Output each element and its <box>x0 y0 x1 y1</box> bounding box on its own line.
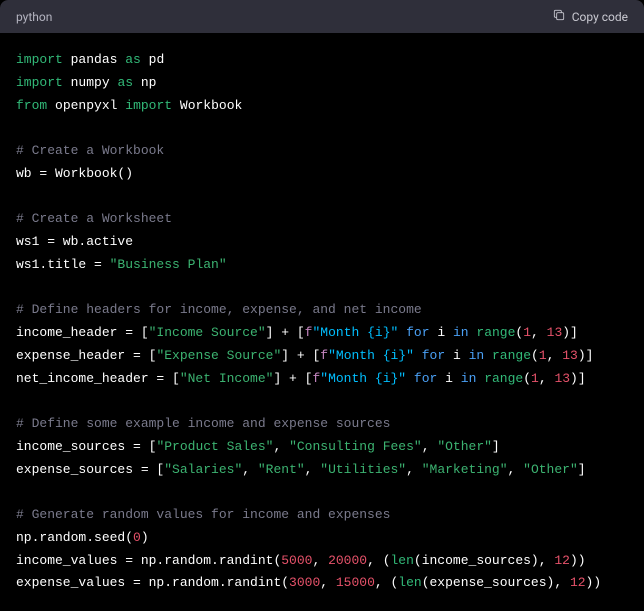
str-business-plan: "Business Plan" <box>110 257 227 272</box>
comment: # Create a Worksheet <box>16 211 172 226</box>
comment: # Generate random values for income and … <box>16 507 390 522</box>
num-1: 1 <box>539 348 547 363</box>
num-0: 0 <box>133 530 141 545</box>
num-5000: 5000 <box>281 553 312 568</box>
module-numpy: numpy <box>71 75 110 90</box>
stmt-expense-values: expense_values = np.random.randint( <box>16 575 289 590</box>
str-product-sales: "Product Sales" <box>156 439 273 454</box>
str-net-income: "Net Income" <box>180 371 274 386</box>
fstring-month: "Month {i}" <box>320 371 406 386</box>
var-i: i <box>453 348 461 363</box>
kw-import: import <box>125 98 172 113</box>
arg-income-sources: (income_sources) <box>414 553 539 568</box>
kw-for: for <box>422 348 445 363</box>
stmt-expense-header: expense_header = [ <box>16 348 156 363</box>
fn-len: len <box>391 553 414 568</box>
str-consulting-fees: "Consulting Fees" <box>289 439 422 454</box>
num-3000: 3000 <box>289 575 320 590</box>
module-pandas: pandas <box>71 52 118 67</box>
language-label: python <box>16 10 52 24</box>
fn-len: len <box>398 575 421 590</box>
kw-for: for <box>406 325 429 340</box>
stmt-net-income-header: net_income_header = [ <box>16 371 180 386</box>
num-13: 13 <box>554 371 570 386</box>
str-income-source: "Income Source" <box>149 325 266 340</box>
num-12: 12 <box>554 553 570 568</box>
kw-for: for <box>414 371 437 386</box>
paren-close: ) <box>141 530 149 545</box>
var-i: i <box>445 371 453 386</box>
code-block: python Copy code import pandas as pd imp… <box>0 0 644 611</box>
kw-from: from <box>16 98 47 113</box>
stmt-expense-sources: expense_sources = [ <box>16 462 164 477</box>
fn-range: range <box>476 325 515 340</box>
comment: # Define some example income and expense… <box>16 416 390 431</box>
copy-code-label: Copy code <box>572 10 628 24</box>
fstring-month: "Month {i}" <box>312 325 398 340</box>
clipboard-icon <box>552 8 566 25</box>
str-utilities: "Utilities" <box>320 462 406 477</box>
kw-in: in <box>469 348 485 363</box>
num-1: 1 <box>523 325 531 340</box>
code-body: import pandas as pd import numpy as np f… <box>0 33 644 611</box>
var-i: i <box>437 325 445 340</box>
kw-as: as <box>117 75 133 90</box>
stmt-income-values: income_values = np.random.randint( <box>16 553 281 568</box>
op-concat: ] + [ <box>273 371 312 386</box>
stmt-seed: np.random.seed( <box>16 530 133 545</box>
kw-in: in <box>453 325 469 340</box>
num-15000: 15000 <box>336 575 375 590</box>
fn-range: range <box>484 371 523 386</box>
arg-expense-sources: (expense_sources) <box>422 575 555 590</box>
str-marketing: "Marketing" <box>422 462 508 477</box>
op-concat: ] + [ <box>266 325 305 340</box>
str-other: "Other" <box>523 462 578 477</box>
str-expense-source: "Expense Source" <box>156 348 281 363</box>
kw-as: as <box>125 52 141 67</box>
comment: # Define headers for income, expense, an… <box>16 302 422 317</box>
comment: # Create a Workbook <box>16 143 164 158</box>
fstring-prefix: f <box>320 348 328 363</box>
alias-np: np <box>141 75 157 90</box>
class-workbook: Workbook <box>180 98 242 113</box>
num-13: 13 <box>547 325 563 340</box>
fn-range: range <box>492 348 531 363</box>
op-concat: ] + [ <box>281 348 320 363</box>
num-12: 12 <box>570 575 586 590</box>
kw-import: import <box>16 75 63 90</box>
code-header: python Copy code <box>0 0 644 33</box>
module-openpyxl: openpyxl <box>55 98 117 113</box>
stmt-title-lhs: ws1.title = <box>16 257 110 272</box>
num-1: 1 <box>531 371 539 386</box>
stmt-wb: wb = Workbook() <box>16 166 133 181</box>
str-rent: "Rent" <box>258 462 305 477</box>
num-20000: 20000 <box>328 553 367 568</box>
kw-import: import <box>16 52 63 67</box>
str-salaries: "Salaries" <box>164 462 242 477</box>
copy-code-button[interactable]: Copy code <box>552 8 628 25</box>
fstring-month: "Month {i}" <box>328 348 414 363</box>
stmt-income-sources: income_sources = [ <box>16 439 156 454</box>
num-13: 13 <box>562 348 578 363</box>
stmt-ws1: ws1 = wb.active <box>16 234 133 249</box>
kw-in: in <box>461 371 477 386</box>
stmt-income-header: income_header = [ <box>16 325 149 340</box>
str-other: "Other" <box>437 439 492 454</box>
alias-pd: pd <box>149 52 165 67</box>
